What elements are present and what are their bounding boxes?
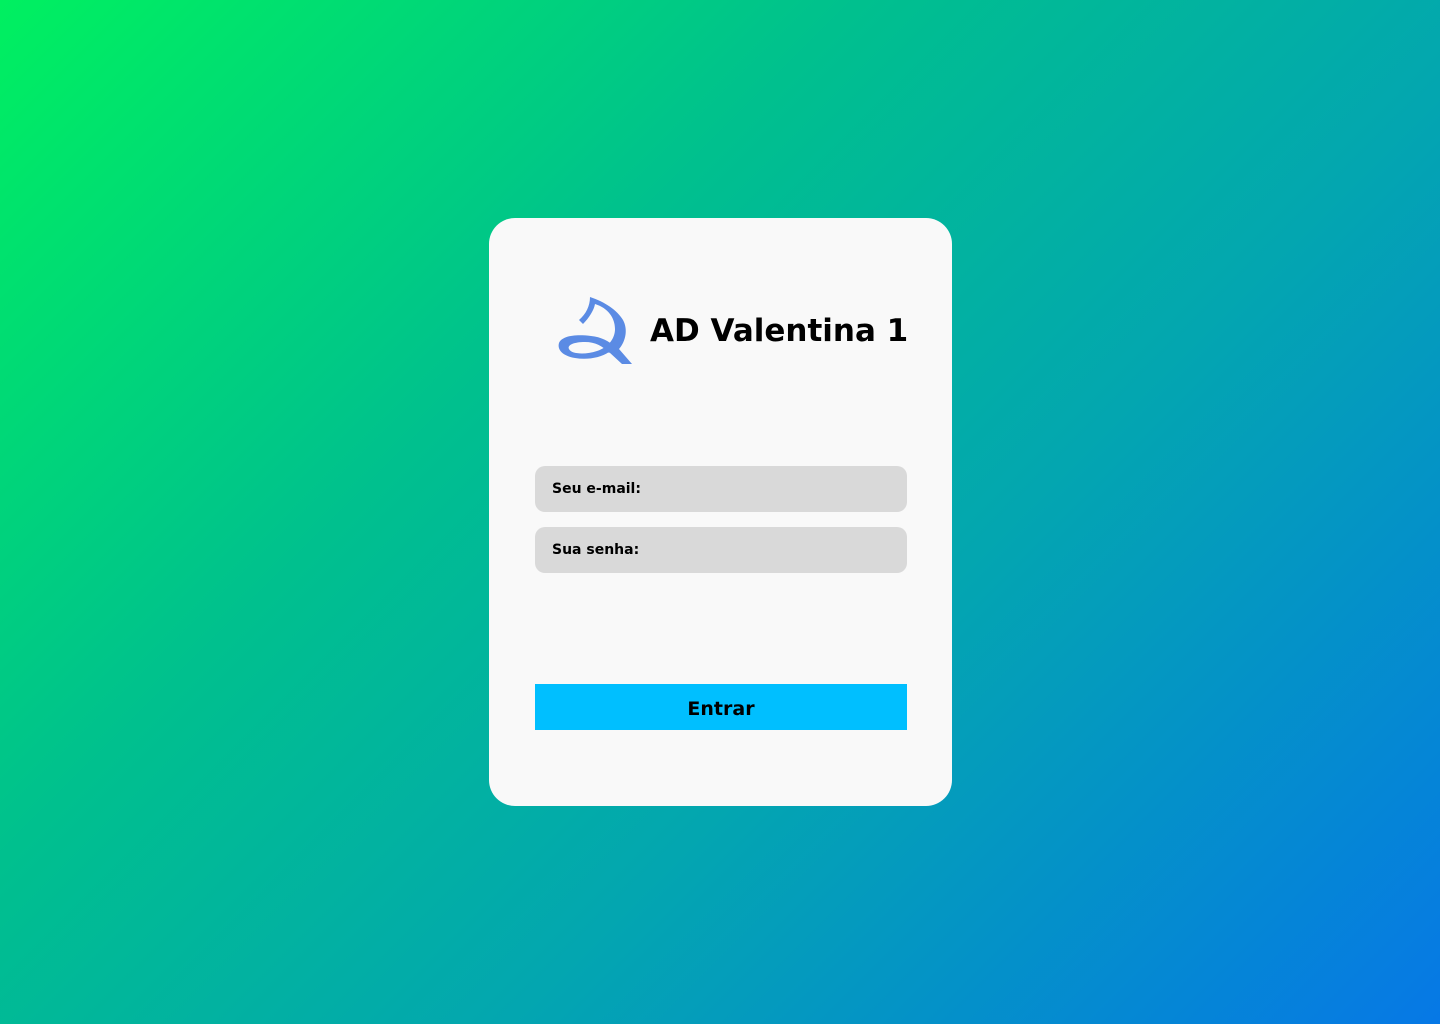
password-field[interactable] — [552, 527, 890, 573]
ribbon-sail-logo-icon — [558, 297, 632, 364]
login-card: AD Valentina 1 Entrar — [489, 218, 952, 806]
email-field-container[interactable] — [535, 466, 907, 512]
login-button[interactable]: Entrar — [535, 684, 907, 730]
email-field[interactable] — [552, 466, 890, 512]
password-field-container[interactable] — [535, 527, 907, 573]
brand-header: AD Valentina 1 — [557, 296, 908, 366]
app-title: AD Valentina 1 — [650, 313, 909, 349]
